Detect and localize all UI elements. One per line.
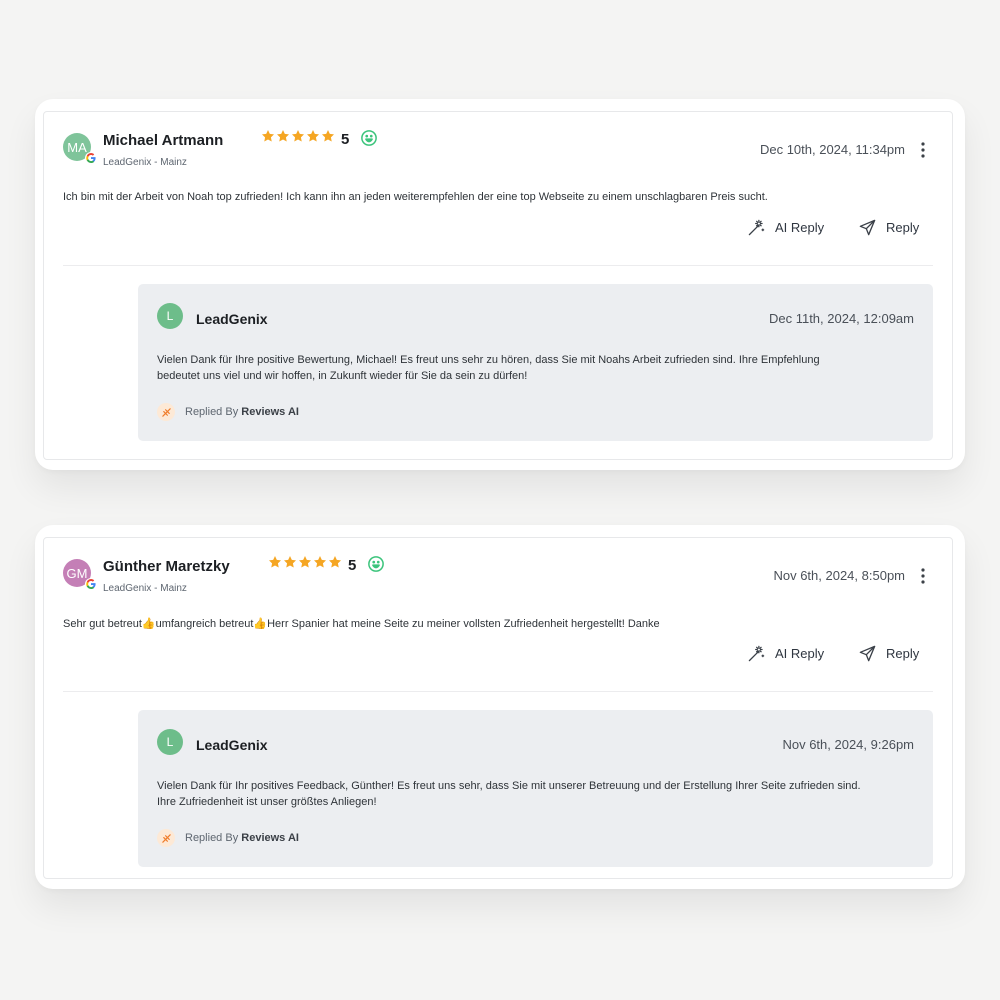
google-icon [85, 152, 97, 164]
reply-text: Vielen Dank für Ihre positive Bewertung,… [157, 352, 917, 384]
reply-text-line: bedeutet uns viel und wir hoffen, in Zuk… [157, 370, 528, 382]
review-card-inner: MA Michael Artmann LeadGenix - Mainz 5 D… [43, 111, 953, 460]
star-icon [261, 130, 275, 142]
reply-author: LeadGenix [196, 311, 268, 327]
rating-value: 5 [341, 131, 350, 148]
divider [63, 691, 933, 692]
more-vertical-icon[interactable] [921, 568, 925, 584]
star-rating [261, 129, 335, 143]
replied-by-prefix: Replied By [185, 406, 239, 418]
reviewer-name: Michael Artmann [103, 132, 224, 149]
reply-date: Dec 11th, 2024, 12:09am [768, 311, 914, 326]
star-icon [283, 556, 297, 568]
reply-text-line: Vielen Dank für Ihr positives Feedback, … [157, 780, 861, 792]
reply-date: Nov 6th, 2024, 9:26pm [782, 737, 914, 752]
reply-text: Vielen Dank für Ihr positives Feedback, … [157, 778, 917, 810]
star-icon [313, 556, 327, 568]
replied-by: Replied By Reviews AI [157, 829, 299, 847]
star-icon [291, 130, 305, 142]
star-icon [321, 130, 335, 142]
reply-button[interactable]: Reply [858, 218, 919, 237]
review-card-inner: GM Günther Maretzky LeadGenix - Mainz 5 … [43, 537, 953, 879]
star-icon [276, 130, 290, 142]
reply-avatar: L [157, 303, 183, 329]
reply-text-line: Vielen Dank für Ihre positive Bewertung,… [157, 354, 820, 366]
send-icon [859, 219, 876, 236]
magic-wand-icon [748, 219, 765, 236]
more-vertical-icon[interactable] [921, 142, 925, 158]
ai-reply-button[interactable]: AI Reply [747, 644, 824, 663]
smile-icon [368, 556, 384, 572]
owner-reply: L LeadGenix Nov 6th, 2024, 9:26pm Vielen… [138, 710, 933, 867]
reply-avatar-initial: L [166, 309, 174, 323]
ai-reply-button[interactable]: AI Reply [747, 218, 824, 237]
google-icon [85, 578, 97, 590]
review-text: Sehr gut betreut👍umfangreich betreut👍Her… [63, 618, 660, 630]
star-icon [268, 556, 282, 568]
review-date: Nov 6th, 2024, 8:50pm [773, 568, 905, 583]
star-icon [306, 130, 320, 142]
reply-avatar: L [157, 729, 183, 755]
avatar: GM [63, 559, 97, 590]
ai-reply-label: AI Reply [775, 220, 825, 235]
ai-sparkle-icon [157, 403, 175, 421]
star-rating [268, 555, 342, 569]
smile-icon [361, 130, 377, 146]
owner-reply: L LeadGenix Dec 11th, 2024, 12:09am Viel… [138, 284, 933, 441]
replied-by: Replied By Reviews AI [157, 403, 299, 421]
replied-by-name: Reviews AI [241, 832, 299, 844]
reply-label: Reply [886, 220, 920, 235]
rating-value: 5 [348, 557, 357, 574]
reply-label: Reply [886, 646, 920, 661]
reply-text-line: Ihre Zufriedenheit ist unser größtes Anl… [157, 796, 377, 808]
review-card: MA Michael Artmann LeadGenix - Mainz 5 D… [35, 99, 965, 470]
reviewer-location: LeadGenix - Mainz [103, 583, 187, 594]
ai-sparkle-icon [157, 829, 175, 847]
divider [63, 265, 933, 266]
review-text: Ich bin mit der Arbeit von Noah top zufr… [63, 191, 768, 203]
reply-author: LeadGenix [196, 737, 268, 753]
replied-by-name: Reviews AI [241, 406, 299, 418]
reviewer-name: Günther Maretzky [103, 558, 230, 575]
star-icon [298, 556, 312, 568]
magic-wand-icon [748, 645, 765, 662]
replied-by-prefix: Replied By [185, 832, 239, 844]
review-card: GM Günther Maretzky LeadGenix - Mainz 5 … [35, 525, 965, 889]
avatar-initials: GM [66, 565, 88, 581]
send-icon [859, 645, 876, 662]
review-date: Dec 10th, 2024, 11:34pm [759, 142, 905, 157]
avatar-initials: MA [67, 139, 87, 155]
star-icon [328, 556, 342, 568]
reply-button[interactable]: Reply [858, 644, 919, 663]
avatar: MA [63, 133, 97, 164]
ai-reply-label: AI Reply [775, 646, 825, 661]
reviewer-location: LeadGenix - Mainz [103, 157, 187, 168]
reply-avatar-initial: L [166, 735, 174, 749]
